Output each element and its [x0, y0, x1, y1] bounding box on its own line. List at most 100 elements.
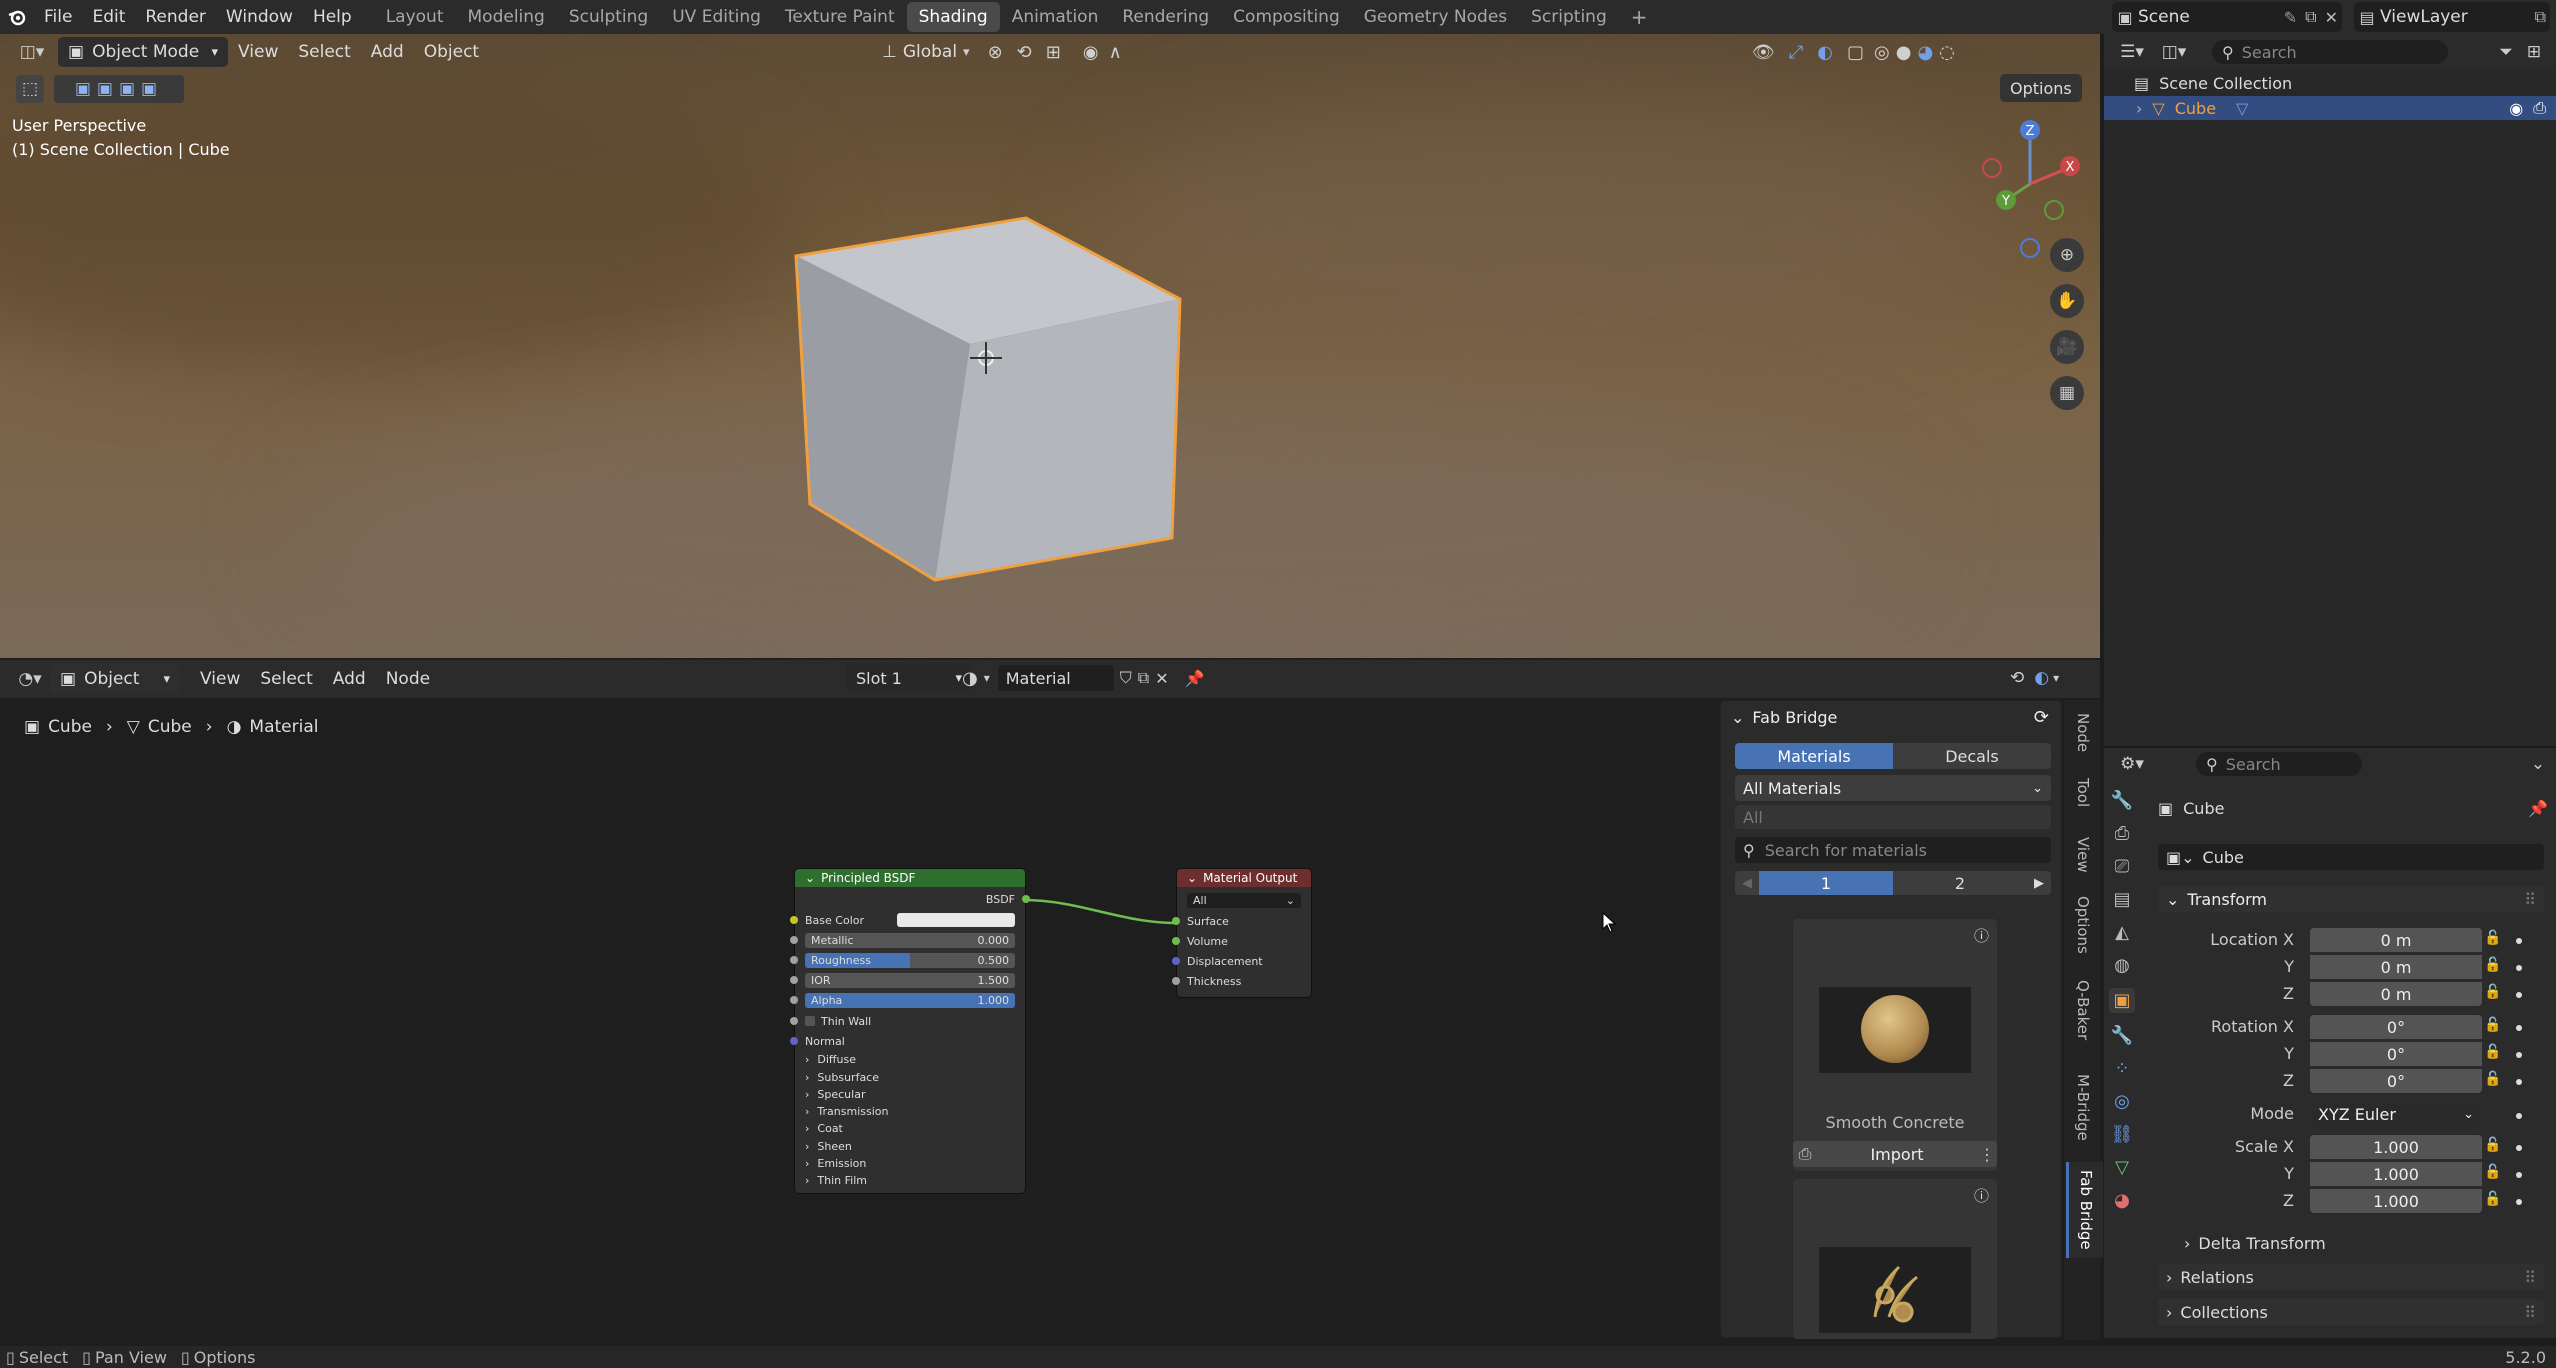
collapse-arrow-icon[interactable]: ⌄ — [1187, 871, 1197, 885]
panel-thin-film[interactable]: › Thin Film — [805, 1172, 1015, 1188]
outliner-item-cube[interactable]: › ▽ Cube ▽ ◉ ⎙ — [2104, 96, 2556, 120]
snap-icon[interactable]: ⟲ — [1017, 42, 1032, 63]
keyframe-dot[interactable] — [2516, 1172, 2522, 1178]
material-shading-icon[interactable]: ◕ — [1917, 42, 1933, 63]
rotation-y-field[interactable]: 0° — [2310, 1042, 2482, 1066]
keyframe-dot[interactable] — [2516, 1052, 2522, 1058]
tab-sculpting[interactable]: Sculpting — [557, 2, 660, 32]
editor-type-icon[interactable]: ◫▾ — [12, 38, 52, 66]
material-selector[interactable]: ◑ ▾ Material ⛉ ⧉ ✕ 📌 — [962, 664, 1205, 692]
delete-scene-icon[interactable]: ✕ — [2321, 8, 2342, 27]
lock-icon[interactable]: 🔓 — [2484, 1164, 2501, 1180]
relations-panel[interactable]: › Relations ⠿ — [2158, 1264, 2544, 1290]
duplicate-material-icon[interactable]: ⧉ — [1138, 668, 1149, 688]
subcategory-dropdown[interactable]: All — [1735, 805, 2051, 829]
collapse-arrow-icon[interactable]: ⌄ — [805, 871, 815, 885]
more-options-icon[interactable]: ⋮ — [1977, 1145, 1997, 1164]
menu-window[interactable]: Window — [216, 0, 303, 34]
keyframe-dot[interactable] — [2516, 1079, 2522, 1085]
menu-edit[interactable]: Edit — [82, 0, 135, 34]
prev-page-icon[interactable]: ◀ — [1735, 876, 1759, 891]
tab-uv-editing[interactable]: UV Editing — [660, 2, 773, 32]
location-z-field[interactable]: 0 m — [2310, 982, 2482, 1006]
input-socket[interactable] — [1172, 977, 1180, 985]
keyframe-dot[interactable] — [2516, 992, 2522, 998]
shader-type-dropdown[interactable]: ▣ Object ▾ — [50, 664, 180, 694]
scale-y-field[interactable]: 1.000 — [2310, 1162, 2482, 1186]
menu-file[interactable]: File — [34, 0, 82, 34]
scene-selector[interactable]: ▣ Scene ✎ ⧉ ✕ — [2112, 2, 2342, 32]
sidebar-tab-options[interactable]: Options — [2066, 890, 2100, 960]
checkbox[interactable] — [805, 1016, 815, 1026]
camera-render-icon[interactable]: ⎙ — [2533, 98, 2546, 118]
keyframe-dot[interactable] — [2516, 965, 2522, 971]
falloff-icon[interactable]: ∧ — [1109, 42, 1122, 63]
new-collection-icon[interactable]: ⊞ — [2520, 38, 2548, 66]
drag-handle-icon[interactable]: ⠿ — [2524, 890, 2536, 909]
scale-x-field[interactable]: 1.000 — [2310, 1135, 2482, 1159]
sidebar-tab-view[interactable]: View — [2066, 830, 2100, 880]
camera-icon[interactable]: 🎥 — [2050, 330, 2084, 364]
pin-icon[interactable]: 📌 — [1185, 669, 1205, 688]
tab-modeling[interactable]: Modeling — [456, 2, 557, 32]
input-socket[interactable] — [790, 916, 798, 924]
selection-mode-icons[interactable]: ▣▣▣▣ — [54, 75, 184, 103]
input-socket[interactable] — [790, 976, 798, 984]
transform-orientation[interactable]: ⊥ Global ▾ ⊗ ⟲ ⊞ ◉ ∧ — [882, 36, 1122, 68]
rendered-shading-icon[interactable]: ◌ — [1939, 42, 1955, 63]
info-icon[interactable]: ⓘ — [1974, 1185, 1989, 1206]
input-socket[interactable] — [1172, 917, 1180, 925]
pin-icon[interactable]: ✎ — [2280, 8, 2301, 27]
keyframe-dot[interactable] — [2516, 938, 2522, 944]
input-socket[interactable] — [1172, 957, 1180, 965]
gizmo-icon[interactable]: ⤢ — [1789, 42, 1803, 63]
render-tab-icon[interactable]: ⎙ — [2115, 823, 2129, 844]
filter-icon[interactable]: ⏷ — [2492, 38, 2520, 66]
overlay-icon[interactable]: ◐ — [1817, 42, 1833, 63]
snap-icon[interactable]: ⟲ — [2010, 668, 2024, 688]
fab-bridge-header[interactable]: ⌄ Fab Bridge ⟳ — [1721, 701, 2061, 733]
tab-decals[interactable]: Decals — [1893, 743, 2051, 769]
zoom-icon[interactable]: ⊕ — [2050, 238, 2084, 272]
xray-icon[interactable]: ▢ — [1847, 42, 1864, 63]
next-page-icon[interactable]: ▶ — [2027, 876, 2051, 891]
page-1[interactable]: 1 — [1759, 871, 1893, 895]
tool-tab-icon[interactable]: 🔧 — [2111, 790, 2133, 811]
node-add-menu[interactable]: Add — [323, 669, 376, 689]
material-output-node[interactable]: ⌄ Material Output All ⌄ Surface Volume Di… — [1172, 868, 1312, 998]
unlink-material-icon[interactable]: ✕ — [1155, 669, 1168, 688]
panel-emission[interactable]: › Emission — [805, 1155, 1015, 1171]
properties-search-field[interactable]: ⚲ Search — [2196, 752, 2362, 776]
object-name-field[interactable]: ▣⌄ Cube — [2158, 844, 2544, 870]
ortho-grid-icon[interactable]: ▦ — [2050, 376, 2084, 410]
ior-field[interactable]: IOR 1.500 — [805, 973, 1015, 988]
solid-shading-icon[interactable]: ● — [1896, 42, 1912, 63]
lock-icon[interactable]: 🔓 — [2484, 984, 2501, 1000]
menu-render[interactable]: Render — [135, 0, 216, 34]
panel-diffuse[interactable]: › Diffuse — [805, 1051, 1015, 1067]
tab-materials[interactable]: Materials — [1735, 743, 1893, 769]
node-link[interactable] — [1020, 895, 1180, 945]
input-socket[interactable] — [1172, 937, 1180, 945]
node-menu[interactable]: Node — [376, 669, 440, 689]
tab-scripting[interactable]: Scripting — [1519, 2, 1619, 32]
proportional-edit-icon[interactable]: ◉ — [1083, 42, 1099, 63]
page-2[interactable]: 2 — [1893, 871, 2027, 895]
category-dropdown[interactable]: All Materials ⌄ — [1735, 775, 2051, 801]
keyframe-dot[interactable] — [2516, 1199, 2522, 1205]
tab-shading[interactable]: Shading — [906, 2, 1000, 32]
base-color-swatch[interactable] — [897, 913, 1015, 927]
new-layer-icon[interactable]: ⧉ — [2531, 7, 2550, 27]
panel-sheen[interactable]: › Sheen — [805, 1138, 1015, 1154]
view-menu[interactable]: View — [228, 42, 288, 62]
sidebar-tab-m-bridge[interactable]: M-Bridge — [2066, 1062, 2100, 1152]
pan-hand-icon[interactable]: ✋ — [2050, 284, 2084, 318]
select-box-tool-icon[interactable]: ⬚ — [16, 75, 44, 103]
node-view-menu[interactable]: View — [190, 669, 250, 689]
tab-animation[interactable]: Animation — [1000, 2, 1111, 32]
view-layer-tab-icon[interactable]: ▤ — [2113, 889, 2130, 910]
sidebar-tab-tool[interactable]: Tool — [2066, 770, 2100, 816]
principled-bsdf-node[interactable]: ⌄ Principled BSDF BSDF Base Color Metall… — [790, 868, 1030, 1194]
target-dropdown[interactable]: All ⌄ — [1187, 893, 1301, 908]
lock-icon[interactable]: 🔓 — [2484, 1044, 2501, 1060]
